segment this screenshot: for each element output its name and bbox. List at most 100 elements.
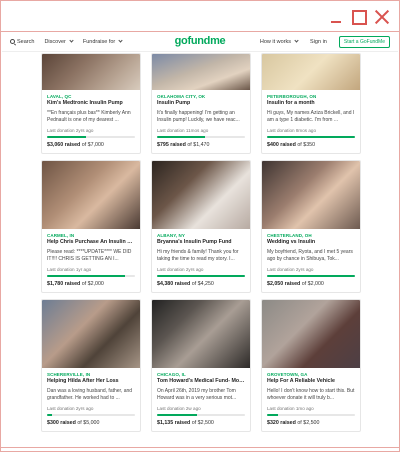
card-location: CHICAGO, IL xyxy=(157,372,186,377)
card-raised: $1,135 raised of $2,500 xyxy=(157,420,245,426)
goal-amount: of $2,000 xyxy=(301,281,324,287)
fundraise-for-label: Fundraise for xyxy=(82,38,116,45)
card-description: Hi guys, My names Aziza Brickell, and I … xyxy=(267,110,355,123)
fundraiser-card[interactable]: CHESTERLAND, OH Wedding vs Insulin My bo… xyxy=(261,160,361,293)
card-raised: $300 raised of $5,000 xyxy=(47,420,135,426)
card-raised: $795 raised of $1,470 xyxy=(157,142,245,148)
progress-fill xyxy=(157,136,205,138)
chevron-down-icon xyxy=(69,38,74,43)
fundraiser-photo[interactable] xyxy=(42,161,140,229)
card-last-donation: Last donation 2w ago xyxy=(157,406,201,411)
card-raised: $400 raised of $350 xyxy=(267,142,355,148)
start-gofundme-button[interactable]: Start a GoFundMe xyxy=(338,35,390,48)
goal-amount: of $5,000 xyxy=(77,420,100,426)
window-bottom-border xyxy=(1,447,399,448)
fundraiser-card[interactable]: SCHERERVILLE, IN Helping Hilda After Her… xyxy=(41,299,141,432)
fundraiser-card[interactable]: GROVETOWN, GA Help For A Reliable Vehicl… xyxy=(261,299,361,432)
how-it-works-label: How it works xyxy=(259,38,292,45)
how-it-works-menu[interactable]: How it works xyxy=(259,38,299,45)
fundraiser-photo[interactable] xyxy=(262,300,360,368)
card-last-donation: Last donation 8mos ago xyxy=(267,128,317,133)
fundraiser-card[interactable]: CHICAGO, IL Tom Howard's Medical Fund- M… xyxy=(151,299,251,432)
card-title[interactable]: Bryanna's Insulin Pump Fund xyxy=(157,239,245,245)
progress-bar xyxy=(157,414,245,416)
card-raised: $4,380 raised of $4,250 xyxy=(157,281,245,287)
card-raised: $2,050 raised of $2,000 xyxy=(267,281,355,287)
card-title[interactable]: Kim's Medtronic Insulin Pump xyxy=(47,100,135,106)
fundraiser-card[interactable]: OKLAHOMA CITY, OK Insulin Pump It's fina… xyxy=(151,53,251,154)
fundraiser-grid: LAVAL, QC Kim's Medtronic Insulin Pump *… xyxy=(41,53,361,432)
window-controls xyxy=(325,6,393,28)
card-location: SCHERERVILLE, IN xyxy=(47,372,91,377)
nav-left: Search Discover Fundraise for xyxy=(2,38,123,45)
card-title[interactable]: Help For A Reliable Vehicle xyxy=(267,378,355,384)
progress-fill xyxy=(47,414,53,416)
card-last-donation: Last donation 2yrs ago xyxy=(157,267,204,272)
progress-bar xyxy=(47,275,135,277)
chevron-down-icon xyxy=(294,38,299,43)
card-raised: $1,780 raised of $2,000 xyxy=(47,281,135,287)
card-description: My boyfriend, Ryota, and I met 5 years a… xyxy=(267,249,353,262)
progress-bar xyxy=(267,136,355,138)
card-location: PETERBOROUGH, ON xyxy=(267,94,317,99)
fundraiser-card[interactable]: LAVAL, QC Kim's Medtronic Insulin Pump *… xyxy=(41,53,141,154)
fundraiser-photo[interactable] xyxy=(42,300,140,368)
fundraiser-photo[interactable] xyxy=(152,300,250,368)
progress-fill xyxy=(47,136,86,138)
progress-bar xyxy=(267,275,355,277)
search-icon xyxy=(10,39,15,44)
progress-bar xyxy=(157,275,245,277)
fundraiser-photo[interactable] xyxy=(152,54,250,90)
card-location: ALBANY, NY xyxy=(157,233,186,238)
discover-menu[interactable]: Discover xyxy=(44,38,74,45)
card-description: Hi my friends & family! Thank you for ta… xyxy=(157,249,239,262)
fundraise-for-menu[interactable]: Fundraise for xyxy=(82,38,123,45)
card-description: Please read: ****UPDATE**** WE DID IT!!!… xyxy=(47,249,132,262)
goal-amount: of $2,500 xyxy=(191,420,214,426)
close-button[interactable] xyxy=(371,6,393,28)
search-link[interactable]: Search xyxy=(10,39,34,45)
goal-amount: of $1,470 xyxy=(187,142,210,148)
card-description: Dan was a loving husband, father, and gr… xyxy=(47,388,133,401)
raised-amount: $300 raised xyxy=(47,420,76,426)
card-description: **En français plus bas** Kimberly Ann Pe… xyxy=(47,110,131,123)
card-title[interactable]: Insulin Pump xyxy=(157,100,245,106)
progress-fill xyxy=(47,275,126,277)
fundraiser-photo[interactable] xyxy=(262,161,360,229)
gofundme-logo[interactable]: gofundme xyxy=(175,35,226,47)
card-raised: $3,060 raised of $7,000 xyxy=(47,142,135,148)
card-last-donation: Last donation 2yrs ago xyxy=(47,128,94,133)
goal-amount: of $2,500 xyxy=(297,420,320,426)
fundraiser-photo[interactable] xyxy=(262,54,360,90)
raised-amount: $4,380 raised xyxy=(157,281,191,287)
card-last-donation: Last donation 1mo ago xyxy=(267,406,314,411)
raised-amount: $320 raised xyxy=(267,420,296,426)
sign-in-link[interactable]: Sign in xyxy=(310,39,327,45)
card-location: LAVAL, QC xyxy=(47,94,72,99)
card-location: CARMEL, IN xyxy=(47,233,75,238)
goal-amount: of $4,250 xyxy=(191,281,214,287)
progress-fill xyxy=(267,275,355,277)
site-nav: Search Discover Fundraise for gofundme H… xyxy=(2,32,398,52)
minimize-button[interactable] xyxy=(325,6,347,28)
maximize-button[interactable] xyxy=(348,6,370,28)
progress-fill xyxy=(267,414,279,416)
card-description: On April 26th, 2019 my brother Tom Howar… xyxy=(157,388,237,401)
progress-fill xyxy=(157,275,245,277)
progress-bar xyxy=(47,414,135,416)
card-raised: $320 raised of $2,500 xyxy=(267,420,355,426)
search-label: Search xyxy=(17,38,35,45)
raised-amount: $795 raised xyxy=(157,142,186,148)
fundraiser-card[interactable]: PETERBOROUGH, ON Insulin for a month Hi … xyxy=(261,53,361,154)
card-title[interactable]: Wedding vs Insulin xyxy=(267,239,355,245)
fundraiser-photo[interactable] xyxy=(152,161,250,229)
progress-fill xyxy=(157,414,197,416)
fundraiser-photo[interactable] xyxy=(42,54,140,90)
fundraiser-card[interactable]: ALBANY, NY Bryanna's Insulin Pump Fund H… xyxy=(151,160,251,293)
card-title[interactable]: Tom Howard's Medical Fund- Mot... xyxy=(157,378,245,384)
card-title[interactable]: Insulin for a month xyxy=(267,100,355,106)
fundraiser-card[interactable]: CARMEL, IN Help Chris Purchase An Insuli… xyxy=(41,160,141,293)
card-title[interactable]: Help Chris Purchase An Insulin Pu... xyxy=(47,239,135,245)
card-last-donation: Last donation 2yrs ago xyxy=(267,267,314,272)
card-title[interactable]: Helping Hilda After Her Loss xyxy=(47,378,135,384)
